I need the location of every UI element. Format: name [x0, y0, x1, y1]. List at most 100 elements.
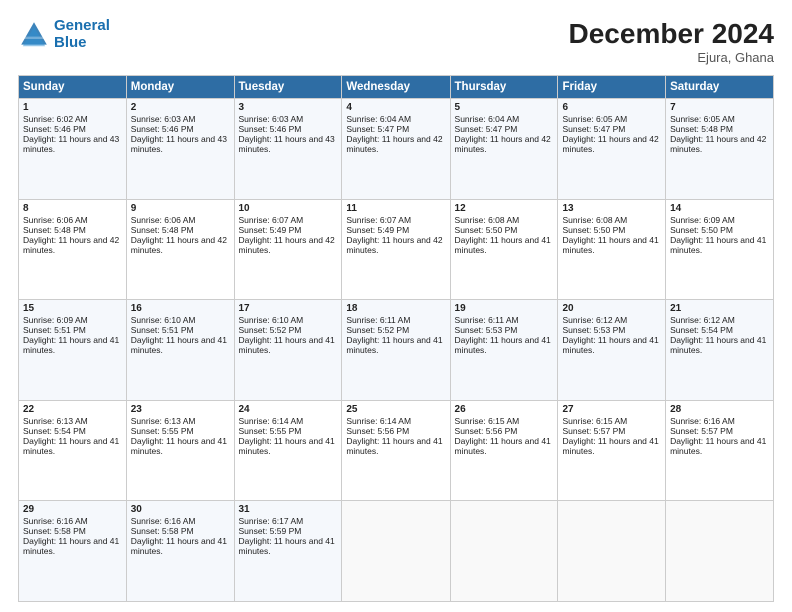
sunset-label: Sunset: 5:59 PM: [239, 526, 302, 536]
header: General Blue December 2024 Ejura, Ghana: [18, 18, 774, 65]
calendar-cell: [450, 501, 558, 602]
sunset-label: Sunset: 5:58 PM: [23, 526, 86, 536]
calendar-cell: 20Sunrise: 6:12 AMSunset: 5:53 PMDayligh…: [558, 300, 666, 401]
daylight-label: Daylight: 11 hours and 42 minutes.: [346, 134, 442, 154]
day-number: 24: [239, 404, 338, 415]
sunrise-label: Sunrise: 6:15 AM: [455, 416, 520, 426]
sunrise-label: Sunrise: 6:08 AM: [562, 215, 627, 225]
weekday-header-cell: Wednesday: [342, 76, 450, 99]
calendar-cell: 3Sunrise: 6:03 AMSunset: 5:46 PMDaylight…: [234, 99, 342, 200]
sunset-label: Sunset: 5:46 PM: [23, 124, 86, 134]
daylight-label: Daylight: 11 hours and 41 minutes.: [670, 235, 766, 255]
day-number: 10: [239, 203, 338, 214]
sunrise-label: Sunrise: 6:09 AM: [670, 215, 735, 225]
day-number: 19: [455, 303, 554, 314]
daylight-label: Daylight: 11 hours and 41 minutes.: [670, 335, 766, 355]
calendar-cell: 23Sunrise: 6:13 AMSunset: 5:55 PMDayligh…: [126, 400, 234, 501]
sunrise-label: Sunrise: 6:16 AM: [131, 516, 196, 526]
day-number: 20: [562, 303, 661, 314]
logo-line2: Blue: [54, 34, 87, 51]
sunset-label: Sunset: 5:47 PM: [562, 124, 625, 134]
day-number: 11: [346, 203, 445, 214]
calendar-week-row: 1Sunrise: 6:02 AMSunset: 5:46 PMDaylight…: [19, 99, 774, 200]
calendar-cell: 9Sunrise: 6:06 AMSunset: 5:48 PMDaylight…: [126, 199, 234, 300]
logo: General Blue: [18, 18, 110, 51]
sunrise-label: Sunrise: 6:03 AM: [131, 114, 196, 124]
day-number: 17: [239, 303, 338, 314]
calendar-cell: 12Sunrise: 6:08 AMSunset: 5:50 PMDayligh…: [450, 199, 558, 300]
sunrise-label: Sunrise: 6:04 AM: [455, 114, 520, 124]
calendar-cell: 30Sunrise: 6:16 AMSunset: 5:58 PMDayligh…: [126, 501, 234, 602]
daylight-label: Daylight: 11 hours and 41 minutes.: [670, 436, 766, 456]
sunrise-label: Sunrise: 6:09 AM: [23, 315, 88, 325]
day-number: 30: [131, 504, 230, 515]
day-number: 29: [23, 504, 122, 515]
sunset-label: Sunset: 5:52 PM: [239, 325, 302, 335]
sunrise-label: Sunrise: 6:11 AM: [455, 315, 519, 325]
calendar-cell: 27Sunrise: 6:15 AMSunset: 5:57 PMDayligh…: [558, 400, 666, 501]
calendar-cell: 15Sunrise: 6:09 AMSunset: 5:51 PMDayligh…: [19, 300, 127, 401]
weekday-header-cell: Sunday: [19, 76, 127, 99]
daylight-label: Daylight: 11 hours and 41 minutes.: [239, 436, 335, 456]
daylight-label: Daylight: 11 hours and 43 minutes.: [239, 134, 335, 154]
daylight-label: Daylight: 11 hours and 41 minutes.: [346, 436, 442, 456]
sunset-label: Sunset: 5:48 PM: [23, 225, 86, 235]
calendar-cell: 31Sunrise: 6:17 AMSunset: 5:59 PMDayligh…: [234, 501, 342, 602]
day-number: 7: [670, 102, 769, 113]
daylight-label: Daylight: 11 hours and 41 minutes.: [562, 436, 658, 456]
sunrise-label: Sunrise: 6:10 AM: [239, 315, 304, 325]
day-number: 22: [23, 404, 122, 415]
calendar-cell: 26Sunrise: 6:15 AMSunset: 5:56 PMDayligh…: [450, 400, 558, 501]
sunset-label: Sunset: 5:52 PM: [346, 325, 409, 335]
logo-icon: [18, 19, 50, 51]
day-number: 31: [239, 504, 338, 515]
day-number: 5: [455, 102, 554, 113]
day-number: 12: [455, 203, 554, 214]
day-number: 1: [23, 102, 122, 113]
calendar-cell: 14Sunrise: 6:09 AMSunset: 5:50 PMDayligh…: [666, 199, 774, 300]
calendar-cell: 29Sunrise: 6:16 AMSunset: 5:58 PMDayligh…: [19, 501, 127, 602]
daylight-label: Daylight: 11 hours and 41 minutes.: [239, 536, 335, 556]
sunrise-label: Sunrise: 6:02 AM: [23, 114, 88, 124]
calendar-cell: 21Sunrise: 6:12 AMSunset: 5:54 PMDayligh…: [666, 300, 774, 401]
sunset-label: Sunset: 5:47 PM: [455, 124, 518, 134]
sunrise-label: Sunrise: 6:16 AM: [23, 516, 88, 526]
sunset-label: Sunset: 5:56 PM: [346, 426, 409, 436]
page-title: December 2024: [569, 18, 774, 50]
calendar-body: 1Sunrise: 6:02 AMSunset: 5:46 PMDaylight…: [19, 99, 774, 602]
sunset-label: Sunset: 5:53 PM: [455, 325, 518, 335]
sunrise-label: Sunrise: 6:12 AM: [562, 315, 627, 325]
sunrise-label: Sunrise: 6:12 AM: [670, 315, 735, 325]
sunrise-label: Sunrise: 6:07 AM: [346, 215, 411, 225]
calendar-cell: 1Sunrise: 6:02 AMSunset: 5:46 PMDaylight…: [19, 99, 127, 200]
calendar-cell: [666, 501, 774, 602]
daylight-label: Daylight: 11 hours and 42 minutes.: [562, 134, 658, 154]
sunset-label: Sunset: 5:56 PM: [455, 426, 518, 436]
daylight-label: Daylight: 11 hours and 41 minutes.: [23, 536, 119, 556]
day-number: 28: [670, 404, 769, 415]
sunset-label: Sunset: 5:58 PM: [131, 526, 194, 536]
calendar-cell: 11Sunrise: 6:07 AMSunset: 5:49 PMDayligh…: [342, 199, 450, 300]
day-number: 23: [131, 404, 230, 415]
day-number: 3: [239, 102, 338, 113]
title-block: December 2024 Ejura, Ghana: [569, 18, 774, 65]
sunrise-label: Sunrise: 6:08 AM: [455, 215, 520, 225]
calendar-cell: [342, 501, 450, 602]
daylight-label: Daylight: 11 hours and 41 minutes.: [562, 235, 658, 255]
sunrise-label: Sunrise: 6:07 AM: [239, 215, 304, 225]
daylight-label: Daylight: 11 hours and 41 minutes.: [23, 436, 119, 456]
sunset-label: Sunset: 5:51 PM: [131, 325, 194, 335]
calendar-week-row: 8Sunrise: 6:06 AMSunset: 5:48 PMDaylight…: [19, 199, 774, 300]
daylight-label: Daylight: 11 hours and 43 minutes.: [23, 134, 119, 154]
weekday-header-cell: Monday: [126, 76, 234, 99]
logo-line1: General: [54, 17, 110, 34]
daylight-label: Daylight: 11 hours and 41 minutes.: [455, 436, 551, 456]
sunset-label: Sunset: 5:54 PM: [23, 426, 86, 436]
day-number: 4: [346, 102, 445, 113]
day-number: 26: [455, 404, 554, 415]
day-number: 16: [131, 303, 230, 314]
daylight-label: Daylight: 11 hours and 41 minutes.: [131, 335, 227, 355]
sunset-label: Sunset: 5:55 PM: [131, 426, 194, 436]
calendar-cell: 4Sunrise: 6:04 AMSunset: 5:47 PMDaylight…: [342, 99, 450, 200]
sunrise-label: Sunrise: 6:13 AM: [131, 416, 196, 426]
